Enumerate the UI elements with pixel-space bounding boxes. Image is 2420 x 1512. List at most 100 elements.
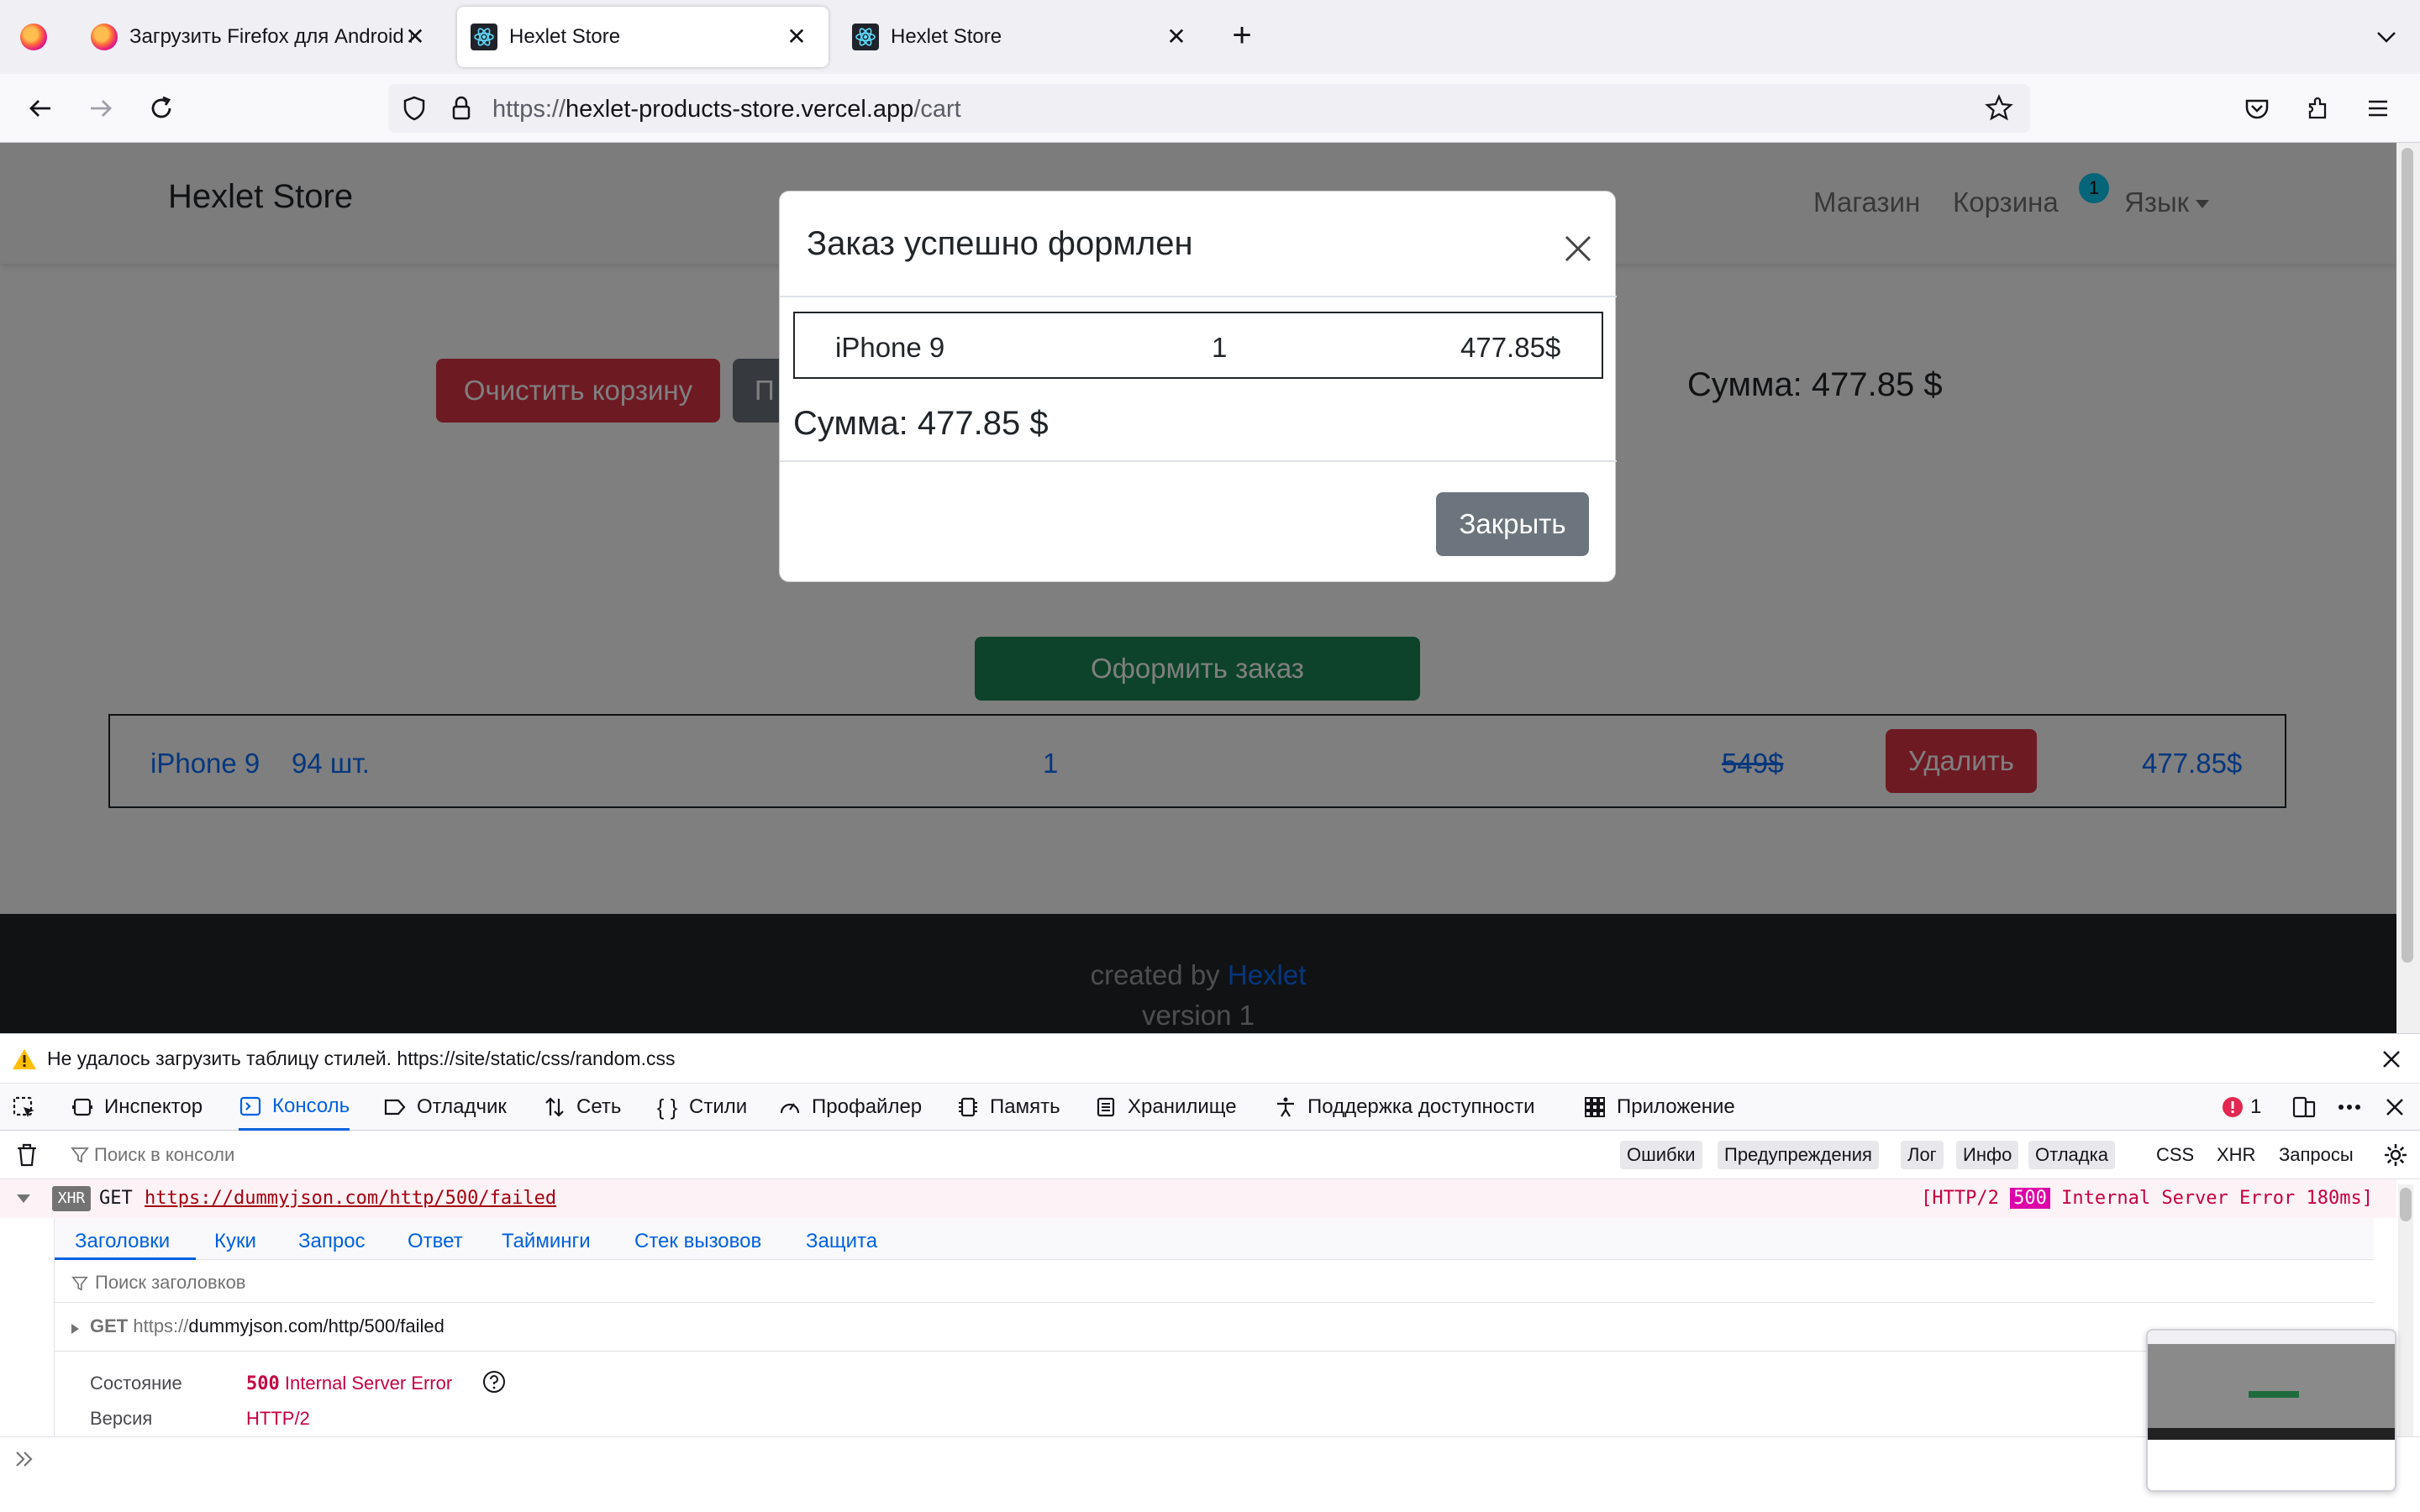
filter-warnings[interactable]: Предупреждения bbox=[1718, 1141, 1879, 1169]
thumbnail-page bbox=[2148, 1344, 2395, 1428]
tab-inspector[interactable]: Инспектор bbox=[71, 1084, 203, 1131]
collapse-triangle-icon[interactable] bbox=[68, 1322, 82, 1336]
request-details-panel: Заголовки Куки Запрос Ответ Тайминги Сте… bbox=[54, 1218, 2374, 1436]
debugger-icon bbox=[383, 1095, 407, 1119]
tab-storage[interactable]: Хранилище bbox=[1094, 1084, 1237, 1131]
extensions-icon[interactable] bbox=[2296, 87, 2339, 130]
tab-accessibility[interactable]: Поддержка доступности bbox=[1274, 1084, 1534, 1131]
filter-info[interactable]: Инфо bbox=[1956, 1141, 2019, 1169]
firefox-icon bbox=[91, 24, 118, 50]
console-scrollbar[interactable] bbox=[2398, 1184, 2413, 1436]
page-scrollbar-thumb[interactable] bbox=[2402, 148, 2413, 963]
tab-cookies[interactable]: Куки bbox=[214, 1230, 256, 1253]
storage-icon bbox=[1094, 1095, 1118, 1119]
firefox-view-button[interactable] bbox=[7, 7, 66, 67]
lock-icon[interactable] bbox=[447, 94, 476, 123]
element-picker-icon[interactable] bbox=[12, 1095, 37, 1121]
star-icon[interactable] bbox=[1985, 94, 2013, 123]
screenshot-thumbnail[interactable] bbox=[2146, 1329, 2396, 1492]
tab-title: Hexlet Store bbox=[509, 25, 621, 48]
tab-debugger[interactable]: Отладчик bbox=[383, 1084, 507, 1131]
tab-headers[interactable]: Заголовки bbox=[75, 1230, 170, 1253]
help-icon[interactable] bbox=[481, 1369, 507, 1394]
console-scrollbar-thumb[interactable] bbox=[2400, 1188, 2412, 1221]
filter-errors[interactable]: Ошибки bbox=[1620, 1141, 1702, 1169]
divider bbox=[55, 1302, 2374, 1303]
filter-log[interactable]: Лог bbox=[1901, 1141, 1944, 1169]
request-summary[interactable]: GET https://dummyjson.com/http/500/faile… bbox=[90, 1315, 445, 1337]
header-search-input[interactable]: Поиск заголовков bbox=[95, 1272, 246, 1294]
trash-icon[interactable] bbox=[15, 1142, 39, 1168]
tab-stack-trace[interactable]: Стек вызовов bbox=[634, 1230, 761, 1253]
order-success-modal: Заказ успешно формлен iPhone 9 1 477.85$… bbox=[779, 191, 1617, 582]
error-counter[interactable]: 1 bbox=[2222, 1095, 2261, 1119]
tab-console[interactable]: Консоль bbox=[239, 1084, 350, 1131]
settings-gear-icon[interactable] bbox=[2383, 1142, 2408, 1168]
profiler-icon bbox=[778, 1095, 802, 1119]
console-output: XHR GET https://dummyjson.com/http/500/f… bbox=[0, 1179, 2420, 1436]
styles-icon: { } bbox=[656, 1094, 678, 1120]
filter-requests[interactable]: Запросы bbox=[2272, 1141, 2360, 1169]
error-icon bbox=[2223, 1097, 2243, 1117]
application-icon bbox=[1583, 1095, 1607, 1119]
tab-response[interactable]: Ответ bbox=[408, 1230, 463, 1253]
tab-network[interactable]: Сеть bbox=[543, 1084, 621, 1131]
browser-tab[interactable]: Hexlet Store ✕ bbox=[839, 7, 1208, 67]
tab-profiler[interactable]: Профайлер bbox=[778, 1084, 922, 1131]
status-label: Состояние bbox=[90, 1373, 182, 1394]
back-icon[interactable] bbox=[18, 87, 62, 130]
thumbnail-button bbox=[2249, 1391, 2299, 1398]
divider bbox=[55, 1351, 2374, 1352]
tab-memory[interactable]: Память bbox=[956, 1084, 1060, 1131]
shield-icon[interactable] bbox=[400, 94, 429, 123]
modal-item-qty: 1 bbox=[1212, 332, 1228, 363]
tab-styles[interactable]: { } Стили bbox=[655, 1084, 747, 1131]
accessibility-icon bbox=[1274, 1095, 1297, 1119]
console-xhr-entry[interactable]: XHR GET https://dummyjson.com/http/500/f… bbox=[0, 1179, 2396, 1218]
devtools-toolbar: Инспектор Консоль Отладчик Сеть { } Стили… bbox=[0, 1084, 2420, 1131]
version-value: HTTP/2 bbox=[246, 1408, 310, 1429]
console-input-line[interactable] bbox=[0, 1436, 2420, 1480]
modal-close-button[interactable]: Закрыть bbox=[1436, 492, 1589, 556]
tab-request[interactable]: Запрос bbox=[298, 1230, 366, 1253]
filter-debug[interactable]: Отладка bbox=[2028, 1141, 2115, 1169]
active-tab-indicator bbox=[55, 1257, 196, 1260]
more-options-icon[interactable] bbox=[2336, 1094, 2363, 1121]
pocket-icon[interactable] bbox=[2235, 87, 2279, 130]
tab-title: Загрузить Firefox для Android и bbox=[129, 25, 412, 48]
responsive-design-icon[interactable] bbox=[2291, 1094, 2317, 1121]
request-tabs: Заголовки Куки Запрос Ответ Тайминги Сте… bbox=[55, 1218, 2374, 1260]
tab-security[interactable]: Защита bbox=[806, 1230, 877, 1253]
new-tab-icon[interactable]: + bbox=[1223, 18, 1260, 55]
forward-icon[interactable] bbox=[79, 87, 123, 130]
browser-toolbar: https://hexlet-products-store.vercel.app… bbox=[0, 74, 2420, 143]
browser-tab-active[interactable]: Hexlet Store ✕ bbox=[457, 7, 829, 67]
close-icon[interactable] bbox=[2378, 1046, 2405, 1073]
console-search-input[interactable]: Поиск в консоли bbox=[94, 1144, 234, 1166]
filter-icon bbox=[71, 1275, 88, 1292]
modal-divider bbox=[780, 460, 1617, 462]
request-url[interactable]: https://dummyjson.com/http/500/failed bbox=[145, 1188, 556, 1209]
prompt-chevron-icon bbox=[13, 1447, 37, 1471]
close-icon[interactable] bbox=[1558, 228, 1598, 269]
browser-tab[interactable]: Загрузить Firefox для Android и ✕ bbox=[77, 7, 447, 67]
close-devtools-icon[interactable] bbox=[2381, 1094, 2408, 1121]
close-tab-icon[interactable]: ✕ bbox=[402, 24, 429, 50]
expand-triangle-icon[interactable] bbox=[15, 1191, 32, 1206]
browser-tab-bar: Загрузить Firefox для Android и ✕ Hexlet… bbox=[0, 0, 2420, 74]
tab-application[interactable]: Приложение bbox=[1583, 1084, 1735, 1131]
request-method: GET bbox=[99, 1188, 133, 1209]
page-viewport: Hexlet Store Магазин Корзина 1 Язык Очис… bbox=[0, 143, 2396, 1033]
address-bar[interactable]: https://hexlet-products-store.vercel.app… bbox=[388, 84, 2030, 133]
list-tabs-icon[interactable] bbox=[2370, 20, 2403, 54]
filter-xhr[interactable]: XHR bbox=[2210, 1141, 2262, 1169]
close-tab-icon[interactable]: ✕ bbox=[783, 24, 810, 50]
firefox-icon bbox=[20, 24, 47, 50]
menu-icon[interactable] bbox=[2356, 87, 2400, 130]
xhr-badge: XHR bbox=[52, 1186, 91, 1211]
tab-timings[interactable]: Тайминги bbox=[502, 1230, 591, 1253]
modal-total: Сумма: 477.85 $ bbox=[793, 405, 1049, 442]
reload-icon[interactable] bbox=[139, 87, 183, 130]
close-tab-icon[interactable]: ✕ bbox=[1163, 24, 1190, 50]
filter-css[interactable]: CSS bbox=[2149, 1141, 2201, 1169]
